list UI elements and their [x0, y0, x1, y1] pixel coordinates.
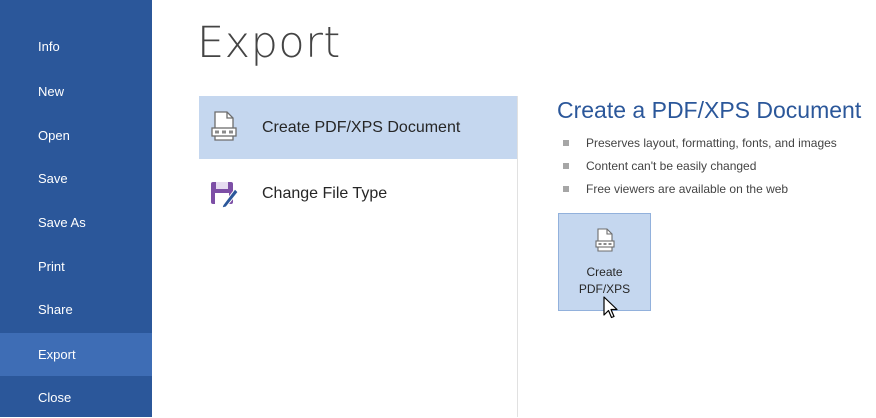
list-item-text: Content can't be easily changed [586, 159, 757, 173]
change-file-type-icon [209, 176, 239, 210]
list-item: Preserves layout, formatting, fonts, and… [563, 135, 837, 158]
bullet-square-icon [563, 163, 569, 169]
sidebar-item-new[interactable]: New [0, 72, 152, 112]
sidebar-item-share[interactable]: Share [0, 290, 152, 330]
create-button-label: Create PDF/XPS [559, 264, 650, 298]
list-item-text: Free viewers are available on the web [586, 182, 789, 196]
sidebar-item-save-as[interactable]: Save As [0, 203, 152, 243]
bullet-square-icon [563, 186, 569, 192]
option-label: Change File Type [262, 185, 388, 202]
backstage-sidebar: Info New Open Save Save As Print Share E… [0, 0, 152, 417]
option-label: Create PDF/XPS Document [262, 119, 461, 136]
bullet-square-icon [563, 140, 569, 146]
list-item: Free viewers are available on the web [563, 181, 837, 204]
option-change-file-type[interactable]: Change File Type [199, 162, 517, 225]
sidebar-item-save[interactable]: Save [0, 159, 152, 199]
export-options-list: Create PDF/XPS Document Change File Type [199, 96, 518, 417]
feature-list: Preserves layout, formatting, fonts, and… [563, 135, 837, 204]
detail-title: Create a PDF/XPS Document [557, 97, 862, 123]
list-item: Content can't be easily changed [563, 158, 837, 181]
sidebar-item-close[interactable]: Close [0, 378, 152, 418]
pdf-document-icon [595, 228, 615, 254]
page-title: Export [197, 18, 341, 68]
sidebar-item-info[interactable]: Info [0, 27, 152, 67]
option-create-pdf-xps[interactable]: Create PDF/XPS Document [199, 96, 517, 159]
list-item-text: Preserves layout, formatting, fonts, and… [586, 136, 837, 150]
sidebar-item-print[interactable]: Print [0, 247, 152, 287]
sidebar-item-export[interactable]: Export [0, 333, 152, 376]
sidebar-item-open[interactable]: Open [0, 116, 152, 156]
create-button-label-line1: Create [586, 265, 623, 279]
mouse-pointer-icon [603, 296, 619, 320]
pdf-document-icon [209, 110, 239, 144]
